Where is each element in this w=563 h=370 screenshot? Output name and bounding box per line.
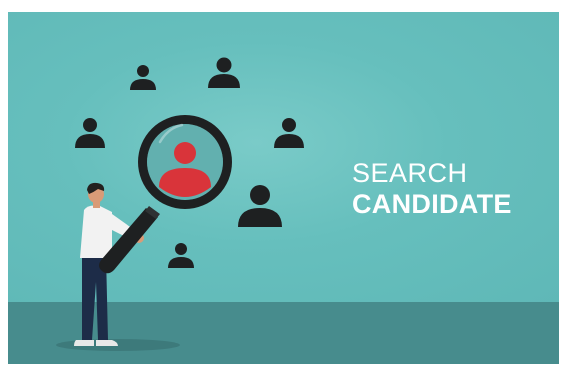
headline-line-2: CANDIDATE [352, 189, 512, 219]
candidate-icon [208, 57, 240, 88]
headline-line-1: SEARCH [352, 158, 468, 188]
illustration-scene: SEARCH CANDIDATE [8, 12, 559, 364]
headline: SEARCH CANDIDATE [352, 160, 512, 218]
candidate-icon [130, 65, 156, 90]
candidate-icon [168, 243, 194, 268]
candidate-icon [238, 185, 282, 227]
candidate-icon [274, 118, 304, 148]
magnifying-glass-icon [99, 115, 232, 274]
candidate-icon [75, 118, 105, 148]
